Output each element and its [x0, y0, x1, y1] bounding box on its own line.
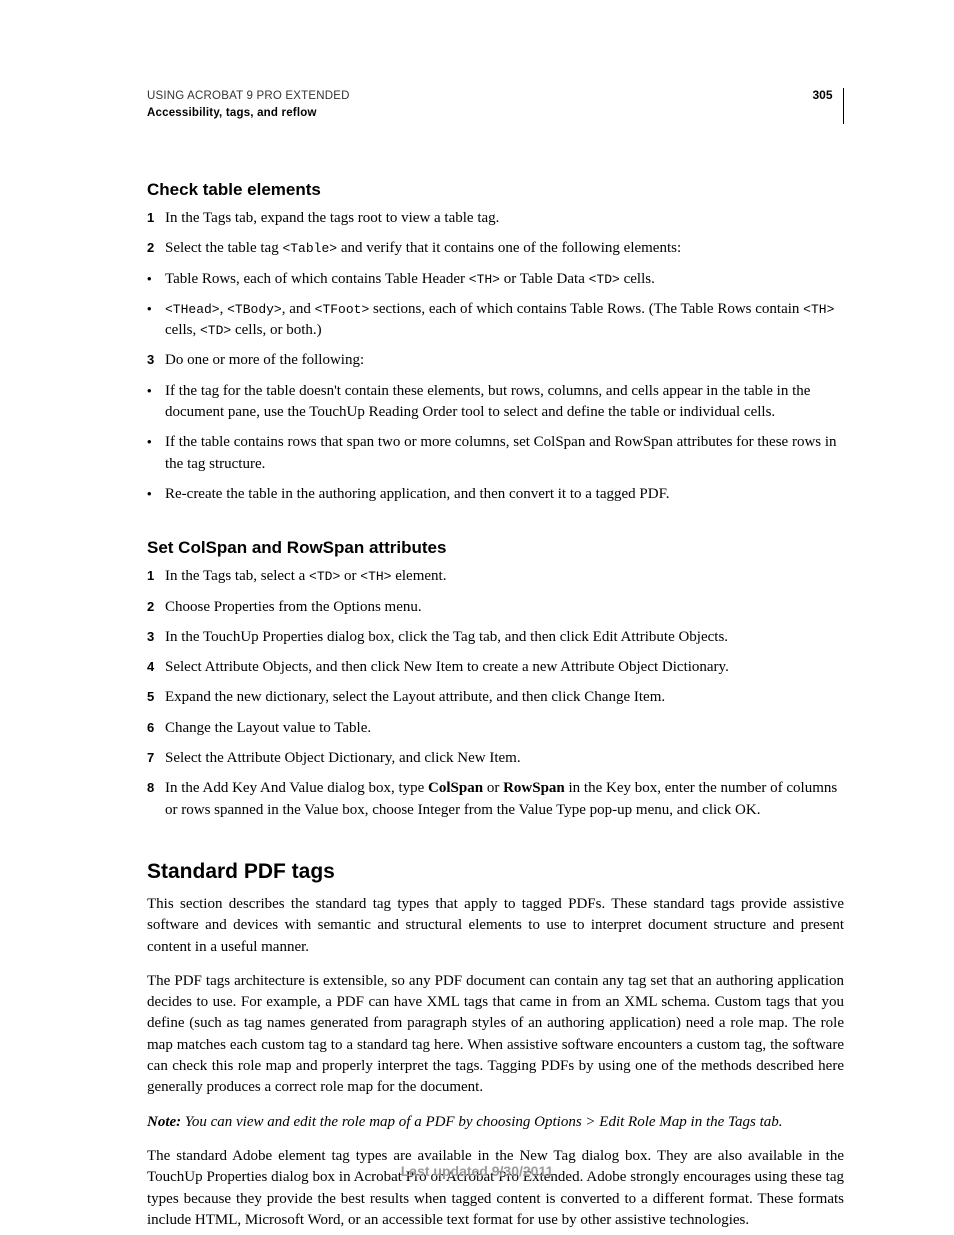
code-tag: <TD>	[309, 569, 340, 584]
list-number: 8	[147, 778, 165, 821]
code-tag: <TFoot>	[315, 302, 370, 317]
list-number: 1	[147, 566, 165, 587]
code-tag: <TBody>	[227, 302, 282, 317]
list-item: 8 In the Add Key And Value dialog box, t…	[147, 778, 844, 821]
header-left: USING ACROBAT 9 PRO EXTENDED Accessibili…	[147, 88, 350, 121]
list-body: Expand the new dictionary, select the La…	[165, 687, 844, 708]
list-item: 2 Select the table tag <Table> and verif…	[147, 238, 844, 259]
code-tag: <TH>	[360, 569, 391, 584]
code-tag: <TD>	[589, 272, 620, 287]
doc-title: USING ACROBAT 9 PRO EXTENDED	[147, 88, 350, 105]
list-number: 3	[147, 627, 165, 648]
note-body: You can view and edit the role map of a …	[181, 1114, 782, 1130]
list-body: Select Attribute Objects, and then click…	[165, 657, 844, 678]
list-bullet: •	[147, 381, 165, 424]
list-body: Table Rows, each of which contains Table…	[165, 269, 844, 290]
code-tag: <TH>	[803, 302, 834, 317]
code-tag: <Table>	[282, 241, 337, 256]
list-colspan: 1 In the Tags tab, select a <TD> or <TH>…	[147, 566, 844, 821]
page-header: USING ACROBAT 9 PRO EXTENDED Accessibili…	[147, 88, 844, 124]
list-number: 2	[147, 597, 165, 618]
list-body: In the TouchUp Properties dialog box, cl…	[165, 627, 844, 648]
list-item: 6 Change the Layout value to Table.	[147, 718, 844, 739]
list-bullet: •	[147, 269, 165, 290]
heading-standard: Standard PDF tags	[147, 860, 844, 884]
note-label: Note:	[147, 1114, 181, 1130]
code-tag: <TD>	[200, 323, 231, 338]
code-tag: <TH>	[469, 272, 500, 287]
list-body: Choose Properties from the Options menu.	[165, 597, 844, 618]
list-body: If the tag for the table doesn't contain…	[165, 381, 844, 424]
list-body: Change the Layout value to Table.	[165, 718, 844, 739]
page-number: 305	[812, 88, 842, 124]
list-number: 3	[147, 350, 165, 371]
list-body: Re-create the table in the authoring app…	[165, 484, 844, 505]
list-number: 1	[147, 208, 165, 229]
code-tag: <THead>	[165, 302, 220, 317]
paragraph: The PDF tags architecture is extensible,…	[147, 971, 844, 1099]
list-item: • If the tag for the table doesn't conta…	[147, 381, 844, 424]
list-item: 3 In the TouchUp Properties dialog box, …	[147, 627, 844, 648]
page-number-block: 305	[812, 88, 844, 124]
list-check-table: 1 In the Tags tab, expand the tags root …	[147, 208, 844, 505]
chapter-title: Accessibility, tags, and reflow	[147, 105, 350, 122]
list-body: Select the Attribute Object Dictionary, …	[165, 748, 844, 769]
list-body: <THead>, <TBody>, and <TFoot> sections, …	[165, 299, 844, 342]
list-item: 5 Expand the new dictionary, select the …	[147, 687, 844, 708]
list-bullet: •	[147, 484, 165, 505]
page-number-rule	[843, 88, 845, 124]
list-item: • <THead>, <TBody>, and <TFoot> sections…	[147, 299, 844, 342]
list-item: 1 In the Tags tab, expand the tags root …	[147, 208, 844, 229]
list-item: 4 Select Attribute Objects, and then cli…	[147, 657, 844, 678]
paragraph: This section describes the standard tag …	[147, 894, 844, 958]
list-number: 2	[147, 238, 165, 259]
bold-text: ColSpan	[428, 780, 483, 796]
list-item: 7 Select the Attribute Object Dictionary…	[147, 748, 844, 769]
list-number: 4	[147, 657, 165, 678]
list-item: • If the table contains rows that span t…	[147, 432, 844, 475]
page: USING ACROBAT 9 PRO EXTENDED Accessibili…	[0, 0, 954, 1235]
list-number: 7	[147, 748, 165, 769]
list-number: 6	[147, 718, 165, 739]
footer-updated: Last updated 9/30/2011	[0, 1163, 954, 1179]
list-bullet: •	[147, 432, 165, 475]
list-item: • Re-create the table in the authoring a…	[147, 484, 844, 505]
list-body: In the Add Key And Value dialog box, typ…	[165, 778, 844, 821]
list-body: In the Tags tab, select a <TD> or <TH> e…	[165, 566, 844, 587]
list-item: 2 Choose Properties from the Options men…	[147, 597, 844, 618]
list-item: 3 Do one or more of the following:	[147, 350, 844, 371]
list-item: 1 In the Tags tab, select a <TD> or <TH>…	[147, 566, 844, 587]
list-body: In the Tags tab, expand the tags root to…	[165, 208, 844, 229]
bold-text: RowSpan	[503, 780, 565, 796]
paragraph: The standard Adobe element tag types are…	[147, 1146, 844, 1231]
list-bullet: •	[147, 299, 165, 342]
list-body: Select the table tag <Table> and verify …	[165, 238, 844, 259]
note: Note: You can view and edit the role map…	[147, 1112, 844, 1133]
heading-check-table: Check table elements	[147, 180, 844, 200]
heading-colspan: Set ColSpan and RowSpan attributes	[147, 538, 844, 558]
list-body: If the table contains rows that span two…	[165, 432, 844, 475]
list-body: Do one or more of the following:	[165, 350, 844, 371]
list-number: 5	[147, 687, 165, 708]
list-item: • Table Rows, each of which contains Tab…	[147, 269, 844, 290]
